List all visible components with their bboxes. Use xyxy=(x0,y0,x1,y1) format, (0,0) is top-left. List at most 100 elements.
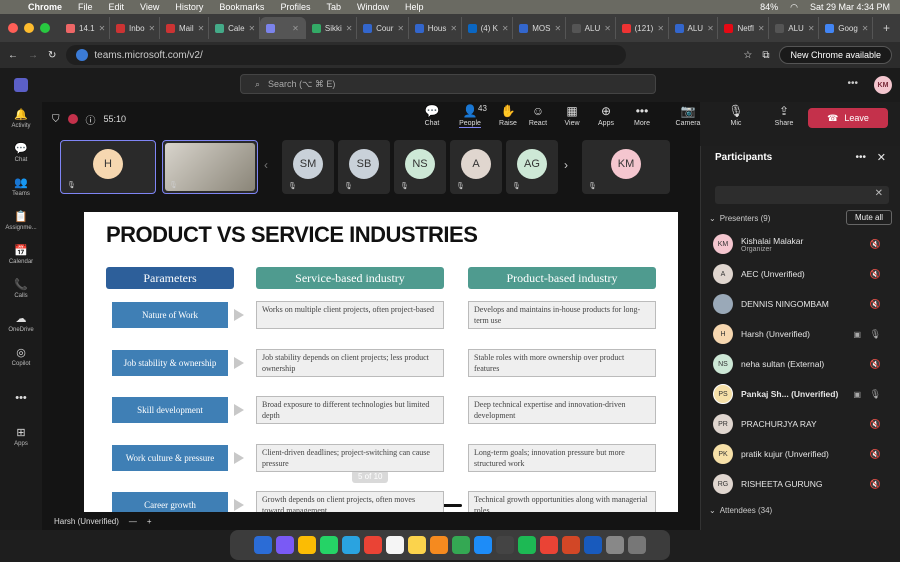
toolbar-camera-button[interactable]: 📷 Camera xyxy=(670,104,706,127)
site-info-icon[interactable] xyxy=(76,49,89,61)
tab-close-icon[interactable]: ✕ xyxy=(707,24,714,33)
browser-tab[interactable]: (121) ✕ xyxy=(616,17,669,39)
dock-app-icon[interactable] xyxy=(320,536,338,554)
menu-item[interactable]: View xyxy=(140,2,159,12)
menu-item[interactable]: Profiles xyxy=(280,2,310,12)
toolbar-react-button[interactable]: ☺ React xyxy=(520,104,556,127)
tab-close-icon[interactable]: ✕ xyxy=(249,24,256,33)
browser-tab[interactable]: ALU ✕ xyxy=(669,17,719,39)
datetime[interactable]: Sat 29 Mar 4:34 PM xyxy=(810,2,890,12)
dock-app-icon[interactable] xyxy=(452,536,470,554)
wifi-icon[interactable]: ◠ xyxy=(790,2,798,13)
rail-item-assignme[interactable]: 📋 Assignme... xyxy=(0,204,42,238)
participant-tile[interactable]: AG 🎙 xyxy=(506,140,558,194)
rail-item-apps[interactable]: ⊞ Apps xyxy=(0,420,42,454)
dock-app-icon[interactable] xyxy=(518,536,536,554)
rail-item-calendar[interactable]: 📅 Calendar xyxy=(0,238,42,272)
mic-muted-icon[interactable]: 🔇 xyxy=(870,419,881,430)
zoom-in-icon[interactable]: + xyxy=(147,517,152,526)
dock-app-icon[interactable] xyxy=(540,536,558,554)
dock-app-icon[interactable] xyxy=(584,536,602,554)
toolbar-mic-button[interactable]: 🎙 Mic xyxy=(718,104,754,127)
dock-app-icon[interactable] xyxy=(276,536,294,554)
tab-close-icon[interactable]: ✕ xyxy=(397,24,404,33)
extensions-icon[interactable]: ⧉ xyxy=(762,50,769,61)
browser-tab[interactable]: ✕ xyxy=(259,17,306,39)
mic-on-icon[interactable]: 🎙 xyxy=(870,389,881,400)
tab-close-icon[interactable]: ✕ xyxy=(198,24,205,33)
mic-muted-icon[interactable]: 🔇 xyxy=(870,239,881,250)
dock-app-icon[interactable] xyxy=(430,536,448,554)
toolbar-view-button[interactable]: ▦ View xyxy=(554,104,590,127)
participant-row[interactable]: DENNIS NINGOMBAM 🔇 xyxy=(713,290,891,318)
toolbar-share-button[interactable]: ⇪ Share xyxy=(766,104,802,127)
participant-search-input[interactable]: ✕ xyxy=(715,186,889,204)
mic-muted-icon[interactable]: 🔇 xyxy=(870,449,881,460)
dock-app-icon[interactable] xyxy=(364,536,382,554)
toolbar-people-button[interactable]: 👤 43 People xyxy=(452,104,488,128)
tab-close-icon[interactable]: ✕ xyxy=(657,24,664,33)
participant-tile[interactable]: H 🎙 xyxy=(60,140,156,194)
address-bar[interactable]: teams.microsoft.com/v2/ xyxy=(66,45,627,65)
back-icon[interactable]: ← xyxy=(8,50,18,61)
participant-row[interactable]: H Harsh (Unverified) 🎙 ▣ xyxy=(713,320,891,348)
toolbar-apps-button[interactable]: ⊕ Apps xyxy=(588,104,624,127)
browser-tab[interactable]: Inbo ✕ xyxy=(110,17,160,39)
participant-row[interactable]: PR PRACHURJYA RAY 🔇 xyxy=(713,410,891,438)
browser-tab[interactable]: (4) K ✕ xyxy=(462,17,514,39)
browser-tab[interactable]: MOS ✕ xyxy=(513,17,566,39)
more-options-icon[interactable]: ••• xyxy=(847,78,858,89)
toolbar-chat-button[interactable]: 💬 Chat xyxy=(414,104,450,127)
participant-tile[interactable]: SM 🎙 xyxy=(282,140,334,194)
dock-app-icon[interactable] xyxy=(562,536,580,554)
browser-tab[interactable]: Sikki ✕ xyxy=(306,17,358,39)
chevron-right-icon[interactable]: › xyxy=(564,158,568,172)
participant-tile[interactable]: A 🎙 xyxy=(450,140,502,194)
dock-app-icon[interactable] xyxy=(606,536,624,554)
chevron-left-icon[interactable]: ‹ xyxy=(264,158,268,172)
participant-tile[interactable]: NS 🎙 xyxy=(394,140,446,194)
participant-tile[interactable]: KM 🎙 xyxy=(582,140,670,194)
browser-tab[interactable]: ALU ✕ xyxy=(769,17,820,39)
new-tab-button[interactable]: + xyxy=(873,21,900,35)
participant-row[interactable]: NS neha sultan (External) 🔇 xyxy=(713,350,891,378)
forward-icon[interactable]: → xyxy=(28,50,38,61)
bookmark-star-icon[interactable]: ☆ xyxy=(743,50,752,61)
attendees-section[interactable]: ⌄ Attendees (34) xyxy=(709,506,772,515)
menu-item[interactable]: Help xyxy=(405,2,424,12)
participant-tile[interactable]: 🎙 xyxy=(162,140,258,194)
participant-row[interactable]: RG RISHEETA GURUNG 🔇 xyxy=(713,470,891,498)
menu-item[interactable]: Window xyxy=(357,2,389,12)
menu-item[interactable]: Bookmarks xyxy=(219,2,264,12)
menu-item[interactable]: Tab xyxy=(326,2,341,12)
menu-item[interactable]: History xyxy=(175,2,203,12)
browser-tab[interactable]: Mail ✕ xyxy=(160,17,210,39)
participant-row[interactable]: PK pratik kujur (Unverified) 🔇 xyxy=(713,440,891,468)
rail-item-more[interactable]: ••• xyxy=(0,382,42,416)
tab-close-icon[interactable]: ✕ xyxy=(99,24,106,33)
user-avatar[interactable]: KM xyxy=(874,76,892,94)
dock-app-icon[interactable] xyxy=(628,536,646,554)
participant-row[interactable]: PS Pankaj Sh... (Unverified) 🎙 ▣ xyxy=(713,380,891,408)
close-window-button[interactable] xyxy=(8,23,18,33)
browser-tab[interactable]: ALU ✕ xyxy=(566,17,616,39)
participant-row[interactable]: A AEC (Unverified) 🔇 xyxy=(713,260,891,288)
browser-tab[interactable]: Goog ✕ xyxy=(819,17,873,39)
tab-close-icon[interactable]: ✕ xyxy=(346,24,353,33)
tab-close-icon[interactable]: ✕ xyxy=(758,24,765,33)
menu-item[interactable]: Chrome xyxy=(28,2,62,12)
menu-item[interactable]: Edit xyxy=(109,2,125,12)
browser-tab[interactable]: Cale ✕ xyxy=(209,17,260,39)
leave-button[interactable]: ☎ Leave xyxy=(808,108,888,128)
dock-app-icon[interactable] xyxy=(254,536,272,554)
new-chrome-available-button[interactable]: New Chrome available xyxy=(779,46,892,64)
participant-row[interactable]: KM Kishalai Malakar Organizer 🔇 xyxy=(713,230,891,258)
mic-on-icon[interactable]: 🎙 xyxy=(870,329,881,340)
zoom-out-icon[interactable]: — xyxy=(129,517,137,526)
rail-item-activity[interactable]: 🔔 Activity xyxy=(0,102,42,136)
dock-app-icon[interactable] xyxy=(298,536,316,554)
close-icon[interactable]: ✕ xyxy=(877,151,886,164)
participant-tile[interactable]: SB 🎙 xyxy=(338,140,390,194)
rail-item-calls[interactable]: 📞 Calls xyxy=(0,272,42,306)
clear-icon[interactable]: ✕ xyxy=(875,188,883,199)
